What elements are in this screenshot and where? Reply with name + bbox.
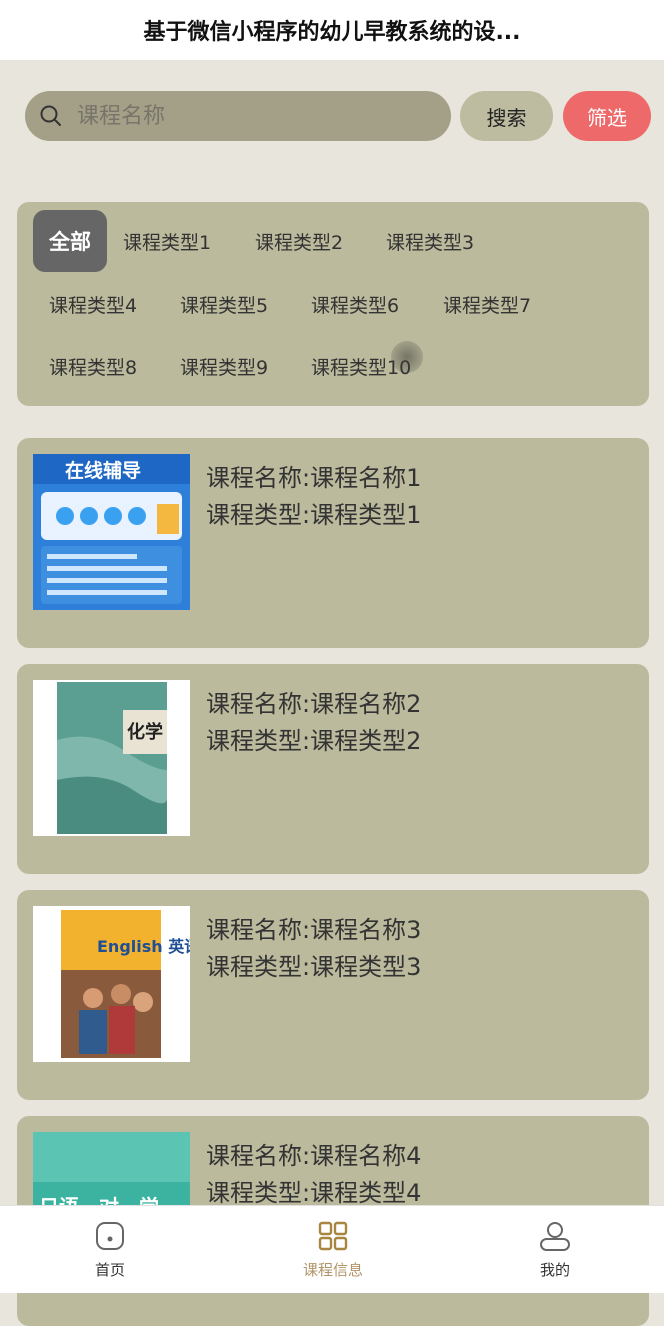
thumb-text: English 英语 — [97, 937, 190, 956]
tab-mine[interactable]: 我的 — [500, 1206, 610, 1293]
tab-label: 首页 — [94, 1261, 125, 1279]
filter-button[interactable]: 筛选 — [563, 91, 651, 141]
app-title: 基于微信小程序的幼儿早教系统的设... — [0, 0, 664, 60]
category-item[interactable]: 课程类型1 — [123, 210, 211, 272]
category-item[interactable]: 课程类型8 — [49, 335, 137, 397]
search-row: 搜索 筛选 — [0, 88, 664, 144]
grid-icon — [318, 1221, 348, 1251]
tab-home[interactable]: 首页 — [55, 1206, 165, 1293]
course-name: 课程名称:课程名称3 — [206, 916, 422, 944]
user-icon — [540, 1222, 570, 1251]
search-input[interactable] — [75, 102, 419, 130]
course-type: 课程类型:课程类型1 — [206, 501, 422, 529]
touch-indicator — [391, 341, 423, 373]
course-name: 课程名称:课程名称2 — [206, 690, 422, 718]
course-type: 课程类型:课程类型3 — [206, 953, 422, 981]
thumb-text: 化学 — [127, 721, 163, 743]
tab-label: 我的 — [539, 1261, 570, 1279]
course-name: 课程名称:课程名称4 — [206, 1142, 422, 1170]
course-thumbnail: English 英语 — [33, 906, 190, 1062]
tab-course-info[interactable]: 课程信息 — [278, 1206, 388, 1293]
category-item[interactable]: 课程类型4 — [49, 273, 137, 335]
home-icon — [96, 1222, 124, 1250]
category-item[interactable]: 课程类型6 — [311, 273, 399, 335]
course-thumbnail: 在线辅导 — [33, 454, 190, 610]
tab-label: 课程信息 — [302, 1261, 363, 1279]
search-icon — [40, 105, 61, 126]
course-card[interactable]: English 英语 课程名称:课程名称3 课程类型:课程类型3 — [17, 890, 649, 1100]
category-item[interactable]: 课程类型7 — [443, 273, 531, 335]
course-type: 课程类型:课程类型4 — [206, 1179, 422, 1207]
category-item[interactable]: 课程类型2 — [255, 210, 343, 272]
thumb-text: 在线辅导 — [65, 459, 141, 482]
category-item[interactable]: 课程类型9 — [180, 335, 268, 397]
category-panel: 全部 课程类型1 课程类型2 课程类型3 课程类型4 课程类型5 课程类型6 课… — [17, 202, 649, 406]
category-all[interactable]: 全部 — [33, 210, 107, 272]
search-button[interactable]: 搜索 — [460, 91, 553, 141]
search-box[interactable] — [25, 91, 451, 141]
course-type: 课程类型:课程类型2 — [206, 727, 422, 755]
course-card[interactable]: 化学 课程名称:课程名称2 课程类型:课程类型2 — [17, 664, 649, 874]
tab-bar: 首页 课程信息 我的 — [0, 1205, 664, 1293]
course-card[interactable]: 在线辅导 课程名称:课程名称1 课程类型:课程类型1 — [17, 438, 649, 648]
course-thumbnail: 化学 — [33, 680, 190, 836]
category-item[interactable]: 课程类型3 — [386, 210, 474, 272]
course-name: 课程名称:课程名称1 — [206, 464, 422, 492]
category-item[interactable]: 课程类型5 — [180, 273, 268, 335]
